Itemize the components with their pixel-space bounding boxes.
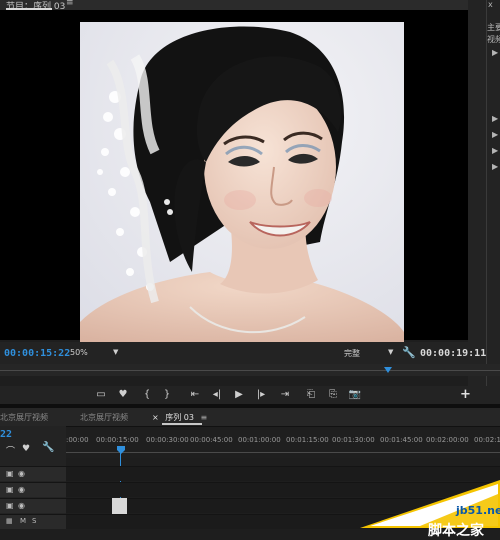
right-panel-close[interactable]: x [488,0,493,9]
expand-arrow-icon[interactable]: ▶ [492,48,498,57]
tab-label: 序列 03 [165,413,194,422]
ruler-label: 00:00:45:00 [190,436,233,444]
right-panel-item[interactable]: 视频 [487,34,500,45]
safe-margins-icon[interactable]: ▭ [94,386,108,404]
timeline-tabs: 北京展厅视频 北京展厅视频 × 序列 03 ≡ [0,408,500,427]
video-frame-portrait [80,22,404,345]
expand-arrow-icon[interactable]: ▶ [492,114,498,123]
ruler-label: 00:02:00:00 [426,436,469,444]
ruler-baseline [66,452,500,453]
step-back-icon[interactable]: ◂| [210,386,224,404]
mark-in-icon[interactable]: { [140,386,154,404]
track-header: ▣ ◉ [0,499,66,513]
tab-sequence-03[interactable]: × 序列 03 ≡ [152,412,208,425]
active-tab-underline [162,423,202,425]
timeline-ruler[interactable]: :00:00 00:00:15:00 00:00:30:00 00:00:45:… [66,430,500,458]
track-header: ▣ ◉ [0,467,66,481]
timeline-clip[interactable] [112,498,127,514]
play-icon[interactable]: ▶ [232,386,246,404]
close-icon[interactable]: × [152,413,159,422]
panel-divider [486,0,487,405]
chevron-down-icon[interactable]: ▼ [113,348,118,356]
playback-quality-select[interactable]: 完整 [344,348,360,359]
ruler-label: 00:02:1 [474,436,500,444]
watermark-url: jb51.net [456,504,500,517]
ruler-label: :00:00 [66,436,89,444]
program-monitor-viewer[interactable] [0,10,468,345]
right-panel-strip: x 主要 视频 ▶ ▶ ▶ ▶ ▶ [468,0,500,405]
expand-arrow-icon[interactable]: ▶ [492,130,498,139]
expand-arrow-icon[interactable]: ▶ [492,162,498,171]
monitor-scrub-bar[interactable] [0,364,500,376]
ruler-label: 00:00:15:00 [96,436,139,444]
ruler-label: 00:01:30:00 [332,436,375,444]
program-monitor-header: 节目：序列 03 ≡ [0,0,500,12]
eye-icon[interactable]: ◉ [18,485,25,494]
ruler-label: 00:01:00:00 [238,436,281,444]
step-forward-icon[interactable]: |▸ [254,386,268,404]
scrub-track [0,370,500,371]
overwrite-icon[interactable]: ⎘ [326,386,340,404]
watermark-brand: 脚本之家 [428,523,484,539]
track-header: ▦ M S [0,515,66,529]
right-panel-item[interactable]: 主要 [487,22,500,33]
insert-icon[interactable]: ⎗ [304,386,318,404]
expand-arrow-icon[interactable]: ▶ [492,146,498,155]
snap-icon[interactable]: ⌒ [6,444,15,457]
zoom-level-select[interactable]: 50% [70,348,88,357]
playhead-marker-icon[interactable] [383,367,392,373]
monitor-controls-row: 00:00:15:22 50% ▼ 完整 ▼ 🔧 00:00:19:11 [0,342,486,364]
mark-out-icon[interactable]: } [160,386,174,404]
export-frame-icon[interactable]: 📷 [348,386,362,404]
panel-menu-icon[interactable]: ≡ [201,413,208,422]
site-watermark: jb51.net 脚本之家 [360,470,500,539]
film-icon[interactable]: ▣ [6,501,14,510]
add-button[interactable]: + [460,386,471,404]
ruler-label: 00:01:15:00 [286,436,329,444]
film-icon[interactable]: ▣ [6,485,14,494]
sequence-duration: 00:00:19:11 [420,348,487,359]
transport-controls: ▭ ♥ { } ⇤ ◂| ▶ |▸ ⇥ ⎗ ⎘ 📷 + [0,386,500,404]
eye-icon[interactable]: ◉ [18,501,25,510]
go-to-in-icon[interactable]: ⇤ [188,386,202,404]
ruler-label: 00:00:30:00 [146,436,189,444]
settings-wrench-icon[interactable]: 🔧 [42,442,54,453]
eye-icon[interactable]: ◉ [18,469,25,478]
timeline-timecode[interactable]: 22 [0,429,12,440]
tab-beijing-showroom-2[interactable]: 北京展厅视频 [80,412,128,423]
solo-toggle[interactable]: S [32,517,36,525]
mute-toggle[interactable]: M [20,517,26,525]
film-icon[interactable]: ▣ [6,469,14,478]
tab-beijing-showroom-1[interactable]: 北京展厅视频 [0,412,48,423]
track-header: ▣ ◉ [0,483,66,497]
lock-icon[interactable]: ▦ [6,517,13,525]
marker-icon[interactable]: ♥ [22,444,30,454]
ruler-label: 00:01:45:00 [380,436,423,444]
marker-icon[interactable]: ♥ [116,386,130,404]
go-to-out-icon[interactable]: ⇥ [278,386,292,404]
portrait-image [80,22,404,345]
playhead-timecode[interactable]: 00:00:15:22 [4,348,70,359]
settings-wrench-icon[interactable]: 🔧 [402,346,416,359]
panel-menu-icon[interactable]: ≡ [66,0,74,8]
chevron-down-icon[interactable]: ▼ [388,348,393,356]
timeline-playhead-icon[interactable] [117,446,125,454]
